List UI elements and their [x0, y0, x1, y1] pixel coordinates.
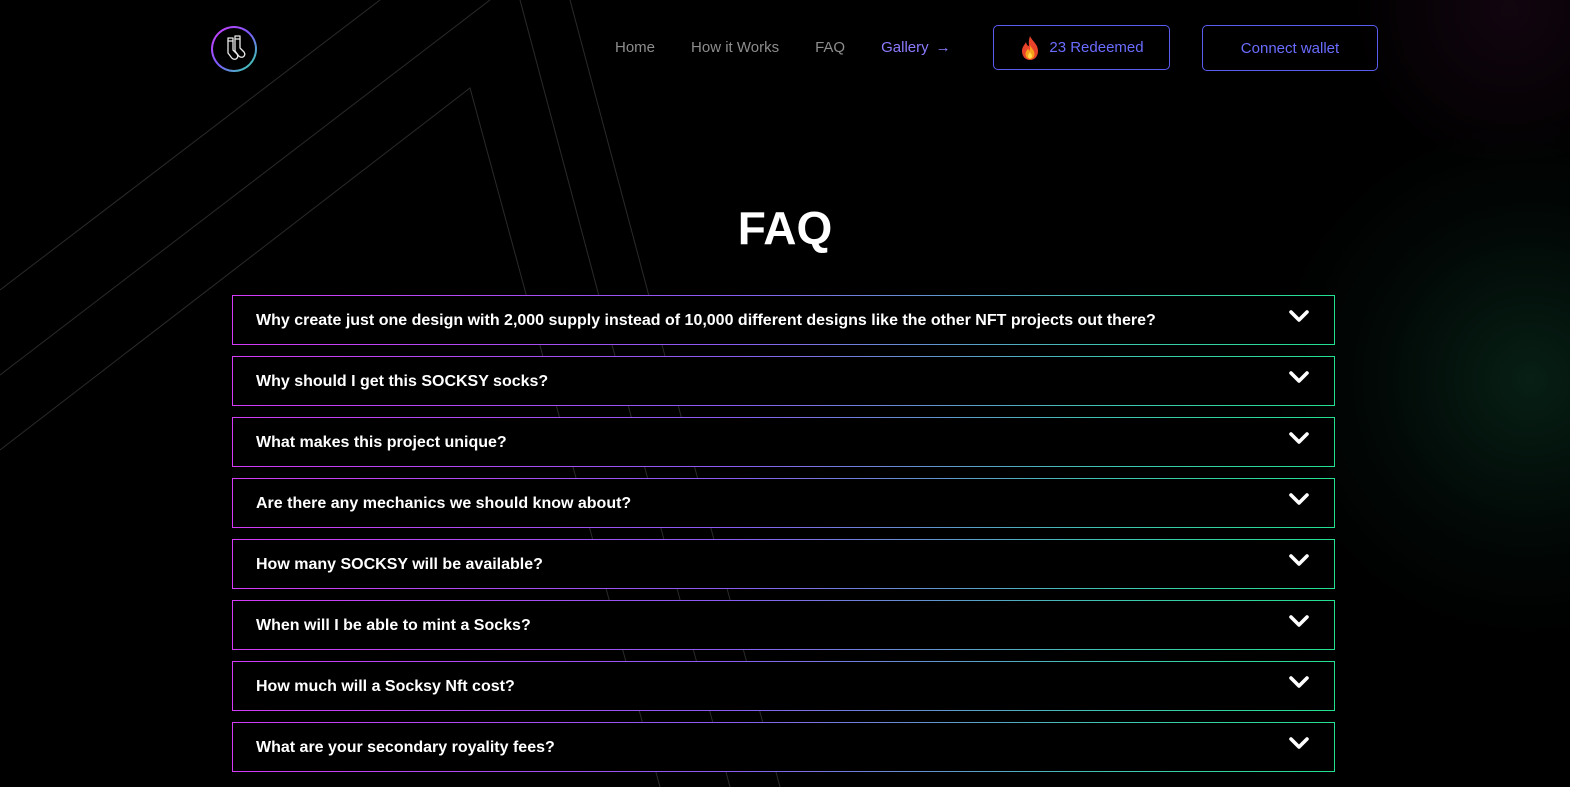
faq-question: What makes this project unique?: [256, 434, 507, 451]
nav-gallery-link[interactable]: Gallery →: [881, 38, 951, 58]
page: Home How it Works FAQ Gallery → 23 Redee…: [0, 0, 1570, 787]
faq-question: What are your secondary royality fees?: [256, 739, 555, 756]
chevron-down-icon[interactable]: [1288, 675, 1310, 691]
nav-gallery-label: Gallery: [881, 39, 929, 56]
fire-icon: [1022, 35, 1039, 60]
socks-logo-graphic: [227, 35, 246, 60]
chevron-down-icon[interactable]: [1288, 614, 1310, 630]
faq-item[interactable]: Why create just one design with 2,000 su…: [232, 295, 1335, 345]
chevron-down-icon[interactable]: [1288, 736, 1310, 752]
chevron-down-icon[interactable]: [1288, 492, 1310, 508]
connect-wallet-label: Connect wallet: [1240, 39, 1340, 57]
faq-item[interactable]: How much will a Socksy Nft cost?: [232, 661, 1335, 711]
faq-item[interactable]: What makes this project unique?: [232, 417, 1335, 467]
faq-item[interactable]: Why should I get this SOCKSY socks?: [232, 356, 1335, 406]
faq-question: When will I be able to mint a Socks?: [256, 617, 531, 634]
page-title: FAQ: [737, 202, 833, 254]
site-header: Home How it Works FAQ Gallery → 23 Redee…: [0, 0, 1570, 96]
redeemed-label: 23 Redeemed: [1049, 39, 1144, 56]
faq-question: How many SOCKSY will be available?: [256, 556, 543, 573]
faq-question: Why should I get this SOCKSY socks?: [256, 373, 549, 390]
connect-wallet-button[interactable]: Connect wallet: [1202, 25, 1378, 71]
socks-logo-icon[interactable]: [211, 26, 257, 72]
chevron-down-icon[interactable]: [1288, 309, 1310, 325]
faq-question: Why create just one design with 2,000 su…: [256, 312, 1156, 329]
faq-list: Why create just one design with 2,000 su…: [232, 295, 1335, 783]
arrow-right-icon: →: [935, 39, 951, 56]
redeemed-button[interactable]: 23 Redeemed: [993, 25, 1170, 70]
faq-question: How much will a Socksy Nft cost?: [256, 678, 515, 695]
faq-item[interactable]: When will I be able to mint a Socks?: [232, 600, 1335, 650]
faq-item[interactable]: Are there any mechanics we should know a…: [232, 478, 1335, 528]
faq-item[interactable]: How many SOCKSY will be available?: [232, 539, 1335, 589]
nav-home-link[interactable]: Home: [615, 38, 655, 58]
faq-item[interactable]: What are your secondary royality fees?: [232, 722, 1335, 772]
nav-faq-link[interactable]: FAQ: [815, 38, 845, 58]
main-nav: Home How it Works FAQ Gallery →: [615, 38, 987, 58]
chevron-down-icon[interactable]: [1288, 370, 1310, 386]
chevron-down-icon[interactable]: [1288, 431, 1310, 447]
faq-question: Are there any mechanics we should know a…: [256, 495, 632, 512]
nav-how-it-works-link[interactable]: How it Works: [691, 38, 779, 58]
chevron-down-icon[interactable]: [1288, 553, 1310, 569]
